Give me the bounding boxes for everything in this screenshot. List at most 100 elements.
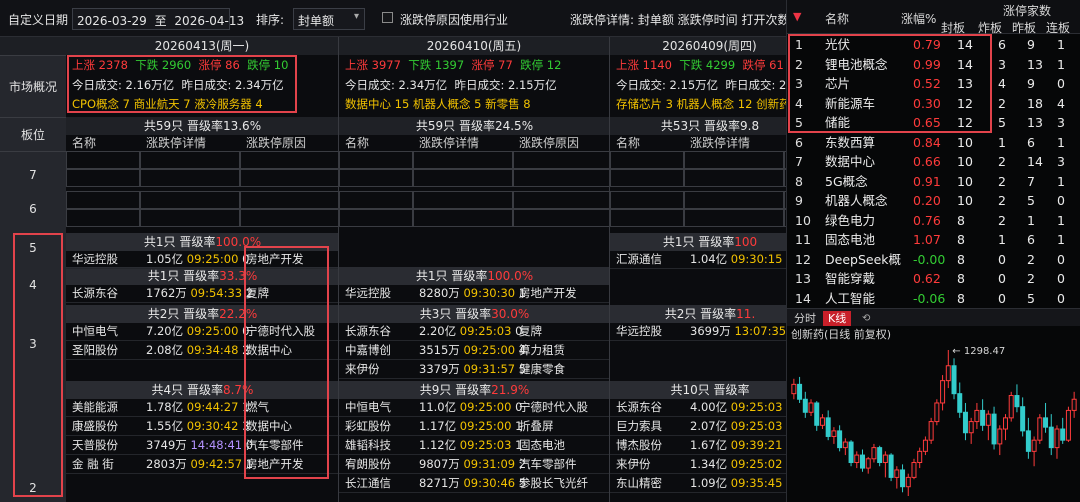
stock-name[interactable]: 宥朗股份 <box>345 455 391 474</box>
stock-name[interactable]: 美能能源 <box>72 398 118 417</box>
stock-name[interactable]: 彩虹股份 <box>345 417 391 436</box>
col-header-detail[interactable]: 涨跌停详情 <box>690 134 750 152</box>
candle-body <box>1071 398 1077 411</box>
sector-name: 数据中心 <box>825 154 876 169</box>
sector-row[interactable]: 10 绿色电力 0.76 8 2 1 1 <box>787 211 1080 231</box>
stock-name[interactable]: 华远控股 <box>345 284 391 303</box>
turnover-line: 今日成交: 2.16万亿 昨日成交: 2.34万亿 <box>72 77 284 93</box>
empty-grid-cell <box>66 209 140 227</box>
empty-grid-cell <box>339 169 413 187</box>
limit-reason: 折叠屏 <box>519 419 554 433</box>
header-pct[interactable]: 涨幅% <box>901 10 936 27</box>
empty-grid-cell <box>339 191 413 209</box>
candle-body <box>1048 426 1054 449</box>
market-overview-label: 市场概况 <box>0 55 66 117</box>
stock-name[interactable]: 东山精密 <box>616 474 662 493</box>
stock-name[interactable]: 来伊份 <box>616 455 651 474</box>
stock-name[interactable]: 来伊份 <box>345 360 380 379</box>
empty-grid-cell <box>684 169 784 187</box>
up-label: 上涨 <box>345 58 368 72</box>
tab-kline[interactable]: K线 <box>823 311 852 326</box>
empty-grid-cell <box>413 191 513 209</box>
fengban-count: 14 <box>957 37 973 52</box>
stock-name[interactable]: 中恒电气 <box>345 398 391 417</box>
stock-name[interactable]: 华远控股 <box>616 322 662 341</box>
sort-select[interactable]: 封单额 ▾ <box>293 8 365 30</box>
day-date[interactable]: 20260409(周四) <box>610 37 786 55</box>
zuoban-count: 2 <box>1027 251 1035 267</box>
col-header-reason[interactable]: 涨跌停原因 <box>246 134 306 152</box>
stock-name[interactable]: 博杰股份 <box>616 436 662 455</box>
stock-name[interactable]: 雄韬科技 <box>345 436 391 455</box>
turnover-line: 今日成交: 2.34万亿 昨日成交: 2.15万亿 <box>345 77 557 93</box>
tab-fenshi[interactable]: 分时 <box>789 311 821 326</box>
empty-grid-cell <box>66 191 140 209</box>
limit-time: 09:25:02 <box>730 457 783 471</box>
kline-chart[interactable]: 创新药(日线 前复权) ← 1298.47 <box>787 326 1080 502</box>
stock-name[interactable]: 巨力索具 <box>616 417 662 436</box>
stock-name[interactable]: 中嘉博创 <box>345 341 391 360</box>
stock-name[interactable]: 康盛股份 <box>72 417 118 436</box>
stock-name[interactable]: 长源东谷 <box>72 284 118 303</box>
limit-time: 09:25:03 <box>459 324 512 338</box>
header-lianban[interactable]: 连板 <box>1046 19 1070 36</box>
zhaban-count: 2 <box>998 154 1006 169</box>
market-overview-cell: 上涨 3977 下跌 1397 涨停 77 跌停 12 今日成交: 2.34万亿 … <box>339 55 609 117</box>
header-zuoban[interactable]: 昨板 <box>1012 19 1036 36</box>
up-label: 上涨 <box>72 58 95 72</box>
sector-row[interactable]: 6 东数西算 0.84 10 1 6 1 <box>787 133 1080 153</box>
sector-row[interactable]: 5 储能 0.65 12 5 13 3 <box>787 113 1080 133</box>
stock-name[interactable]: 长江通信 <box>345 474 391 493</box>
sector-row[interactable]: 11 固态电池 1.07 8 1 6 1 <box>787 230 1080 250</box>
col-header-detail[interactable]: 涨跌停详情 <box>419 134 479 152</box>
seal-amount: 2.08亿 <box>146 343 184 357</box>
stock-name[interactable]: 金 融 街 <box>72 455 114 474</box>
sector-row[interactable]: 1 光伏 0.79 14 6 9 1 <box>787 35 1080 55</box>
sector-row[interactable]: 14 人工智能 -0.06 8 0 5 0 <box>787 289 1080 309</box>
candle-body <box>1037 417 1043 441</box>
sector-pct: 0.30 <box>913 95 941 111</box>
stock-name[interactable]: 圣阳股份 <box>72 341 118 360</box>
stock-name[interactable]: 长源东谷 <box>345 322 391 341</box>
sector-row[interactable]: 3 芯片 0.52 13 4 9 0 <box>787 74 1080 94</box>
sector-row[interactable]: 7 数据中心 0.66 10 2 14 3 <box>787 152 1080 172</box>
stock-name[interactable]: 汇源通信 <box>616 250 662 269</box>
zuoban-count: 13 <box>1027 56 1043 72</box>
stock-name[interactable]: 天普股份 <box>72 436 118 455</box>
sector-name: 5G概念 <box>825 173 868 189</box>
zhaban-count: 3 <box>998 56 1006 72</box>
sector-row[interactable]: 4 新能源车 0.30 12 2 18 4 <box>787 94 1080 114</box>
row-divider <box>339 378 609 379</box>
col-header-reason[interactable]: 涨跌停原因 <box>519 134 579 152</box>
day-date[interactable]: 20260413(周一) <box>66 37 338 55</box>
industry-reason-checkbox[interactable] <box>382 12 393 23</box>
sector-row[interactable]: 12 DeepSeek概 -0.00 8 0 2 0 <box>787 250 1080 270</box>
col-header-detail[interactable]: 涨跌停详情 <box>146 134 206 152</box>
sector-row[interactable]: 2 锂电池概念 0.99 14 3 13 1 <box>787 55 1080 75</box>
refresh-icon[interactable]: ⟲ <box>857 311 875 326</box>
sector-row[interactable]: 9 机器人概念 0.20 10 2 5 0 <box>787 191 1080 211</box>
day-date[interactable]: 20260410(周五) <box>339 37 609 55</box>
header-fengban[interactable]: 封板 <box>941 19 965 36</box>
col-header-name[interactable]: 名称 <box>616 134 640 152</box>
col-header-name[interactable]: 名称 <box>345 134 369 152</box>
candle-body <box>842 441 848 449</box>
header-zhaban[interactable]: 炸板 <box>978 19 1002 36</box>
limit-down-label: 跌停 <box>520 58 544 72</box>
limit-reason: 固态电池 <box>519 438 565 452</box>
stock-name[interactable]: 长源东谷 <box>616 398 662 417</box>
sector-row[interactable]: 8 5G概念 0.91 10 2 7 1 <box>787 172 1080 192</box>
level-7: 7 <box>29 168 37 182</box>
level-column: 7 6 5 4 3 2 <box>0 151 66 502</box>
sector-ranking-panel: ▼ 名称 涨幅% 涨停家数 封板 炸板 昨板 连板 1 光伏 0.79 14 6 9 1 2 锂… <box>786 0 1080 502</box>
sector-row[interactable]: 13 智能穿戴 0.62 8 0 2 0 <box>787 269 1080 289</box>
seal-amount: 2.07亿 <box>690 419 728 433</box>
col-header-name[interactable]: 名称 <box>72 134 96 152</box>
header-name[interactable]: 名称 <box>825 10 849 27</box>
limit-time: 09:42:57 <box>190 457 243 471</box>
seal-amount: 1.17亿 <box>419 419 457 433</box>
stock-name[interactable]: 中恒电气 <box>72 322 118 341</box>
date-range-input[interactable]: 2026-03-29 至 2026-04-13 <box>72 8 244 30</box>
stock-name[interactable]: 华远控股 <box>72 250 118 269</box>
limit-down-count: 12 <box>546 58 562 72</box>
